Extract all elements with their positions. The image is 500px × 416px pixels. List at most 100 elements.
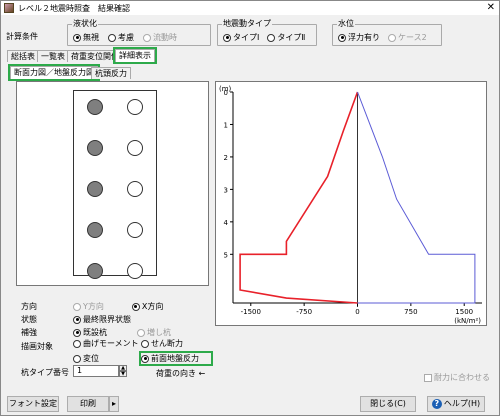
radio-dot <box>73 302 81 311</box>
radio-dot <box>143 33 151 42</box>
close-window-icon[interactable]: ✕ <box>487 1 495 15</box>
print-button[interactable]: 印刷 <box>67 396 109 412</box>
target-option-3[interactable]: 前面地盤反力 <box>139 351 213 366</box>
radio-dot <box>137 328 145 337</box>
y-tick-label: 3 <box>224 186 228 194</box>
water-level-group: 水位 浮力有り ケース2 <box>332 18 442 46</box>
y-tick-label: 5 <box>224 251 228 259</box>
x-tick-label: 1500 <box>455 308 473 316</box>
state-option-0[interactable]: 最終限界状態 <box>73 314 131 325</box>
pile-gray-1-0 <box>87 140 103 156</box>
radio-dot <box>73 354 81 363</box>
motion-type-option-0[interactable]: タイプⅠ <box>223 32 259 43</box>
app-icon <box>4 3 14 13</box>
pile-type-label: 杭タイプ番号 <box>21 368 69 377</box>
reinforce-label: 補強 <box>21 328 37 337</box>
water-level-option-label: ケース2 <box>398 33 427 42</box>
pile-layout-panel <box>16 81 209 286</box>
help-button-label: ヘルプ(H) <box>443 399 481 408</box>
motion-type-option-1[interactable]: タイプⅡ <box>267 32 305 43</box>
checkbox-box <box>424 373 432 382</box>
radio-dot <box>141 339 149 348</box>
motion-type-group: 地震動タイプ タイプⅠ タイプⅡ <box>217 18 317 46</box>
direction-option-1[interactable]: X方向 <box>131 301 164 312</box>
title-bar: レベル２地震時照査 結果確認 ✕ <box>1 1 499 15</box>
pile-gray-3-0 <box>87 222 103 238</box>
footing-outline <box>73 90 157 279</box>
pile-gray-0-0 <box>87 99 103 115</box>
radio-dot <box>73 328 81 337</box>
target-option-2[interactable]: 変位 <box>73 353 141 364</box>
y-tick-label: 2 <box>224 154 228 162</box>
tab-list[interactable]: 一覧表 <box>37 50 69 62</box>
radio-dot <box>141 354 149 363</box>
reinforce-option-1[interactable]: 増し杭 <box>137 327 171 338</box>
liquefaction-group: 液状化 無視 考慮 流動時 <box>67 18 211 46</box>
water-level-title: 水位 <box>337 18 355 29</box>
target-option-label: 前面地盤反力 <box>151 354 199 363</box>
help-button[interactable]: ? ヘルプ(H) <box>427 396 485 412</box>
radio-dot <box>338 33 346 42</box>
radio-dot <box>267 33 276 42</box>
chart-panel: (m) 0 1 2 3 4 5 -1500 -750 0 750 1500 (kN/m²) <box>215 81 487 326</box>
liquefaction-title: 液状化 <box>72 18 98 29</box>
pile-type-input[interactable]: 1 <box>73 365 119 377</box>
state-label: 状態 <box>21 315 37 324</box>
liquefaction-option-label: 流動時 <box>153 33 177 42</box>
pile-white-1-1 <box>127 140 143 156</box>
conditions-label: 計算条件 <box>6 32 38 41</box>
reinforce-option-label: 既設杭 <box>83 328 107 337</box>
x-tick-label: 750 <box>404 308 417 316</box>
direction-label: 方向 <box>21 302 37 311</box>
pile-white-4-1 <box>127 263 143 279</box>
direction-option-label: X方向 <box>141 302 164 311</box>
motion-type-option-label: タイプⅡ <box>277 33 306 42</box>
target-label: 描画対象 <box>21 342 53 351</box>
x-tick-label: -750 <box>296 308 312 316</box>
radio-dot <box>73 33 81 42</box>
target-option-label: 変位 <box>83 354 99 363</box>
close-button[interactable]: 閉じる(C) <box>360 396 416 412</box>
tab-detail[interactable]: 詳細表示 <box>113 47 157 64</box>
water-level-option-0[interactable]: 浮力有り <box>338 32 380 43</box>
reaction-chart: (m)012345-1500 -750 0 750 1500(kN/m²) <box>219 85 482 325</box>
font-settings-button[interactable]: フォント設定 <box>7 396 59 412</box>
radio-dot <box>73 339 81 348</box>
radio-dot <box>73 315 81 324</box>
pile-white-0-1 <box>127 99 143 115</box>
tab-summary[interactable]: 総括表 <box>7 50 39 62</box>
window-title: レベル２地震時照査 結果確認 <box>18 3 130 13</box>
target-option-1[interactable]: せん断力 <box>141 338 211 349</box>
direction-option-label: Y方向 <box>83 302 104 311</box>
x-unit-label: (kN/m²) <box>454 317 481 325</box>
print-menu-arrow-icon[interactable]: ▸ <box>109 396 119 412</box>
fit-capacity-checkbox[interactable]: 耐力に合わせる <box>424 372 490 383</box>
reinforce-option-label: 増し杭 <box>147 328 171 337</box>
liquefaction-option-label: 考慮 <box>118 33 134 42</box>
help-icon: ? <box>431 399 442 409</box>
radio-dot <box>108 33 116 42</box>
direction-option-0[interactable]: Y方向 <box>73 301 104 312</box>
pile-gray-2-0 <box>87 181 103 197</box>
water-level-option-1[interactable]: ケース2 <box>388 32 427 43</box>
pile-type-down-icon[interactable]: ▼ <box>119 371 127 377</box>
radio-dot <box>388 33 396 42</box>
subtab-section-force[interactable]: 断面力図／地盤反力図 <box>8 64 100 81</box>
subtab-pile-head-reaction[interactable]: 杭頭反力 <box>91 67 131 79</box>
result-window: レベル２地震時照査 結果確認 ✕ 計算条件 液状化 無視 考慮 流動時 地震動タイプ… <box>0 0 500 416</box>
pile-white-3-1 <box>127 222 143 238</box>
target-option-label: せん断力 <box>151 339 183 348</box>
y-tick-label: 4 <box>224 219 229 227</box>
motion-type-option-label: タイプⅠ <box>233 33 260 42</box>
target-option-0[interactable]: 曲げモーメント <box>73 338 141 349</box>
series-line-1 <box>357 91 476 304</box>
load-direction-label: 荷重の向き ← <box>156 369 206 378</box>
liquefaction-option-0[interactable]: 無視 <box>73 32 99 43</box>
liquefaction-option-1[interactable]: 考慮 <box>108 32 134 43</box>
liquefaction-option-2[interactable]: 流動時 <box>143 32 177 43</box>
x-tick-label: -1500 <box>241 308 261 316</box>
reinforce-option-0[interactable]: 既設杭 <box>73 327 107 338</box>
y-tick-label: 0 <box>224 89 228 97</box>
pile-white-2-1 <box>127 181 143 197</box>
target-option-label: 曲げモーメント <box>83 339 139 348</box>
